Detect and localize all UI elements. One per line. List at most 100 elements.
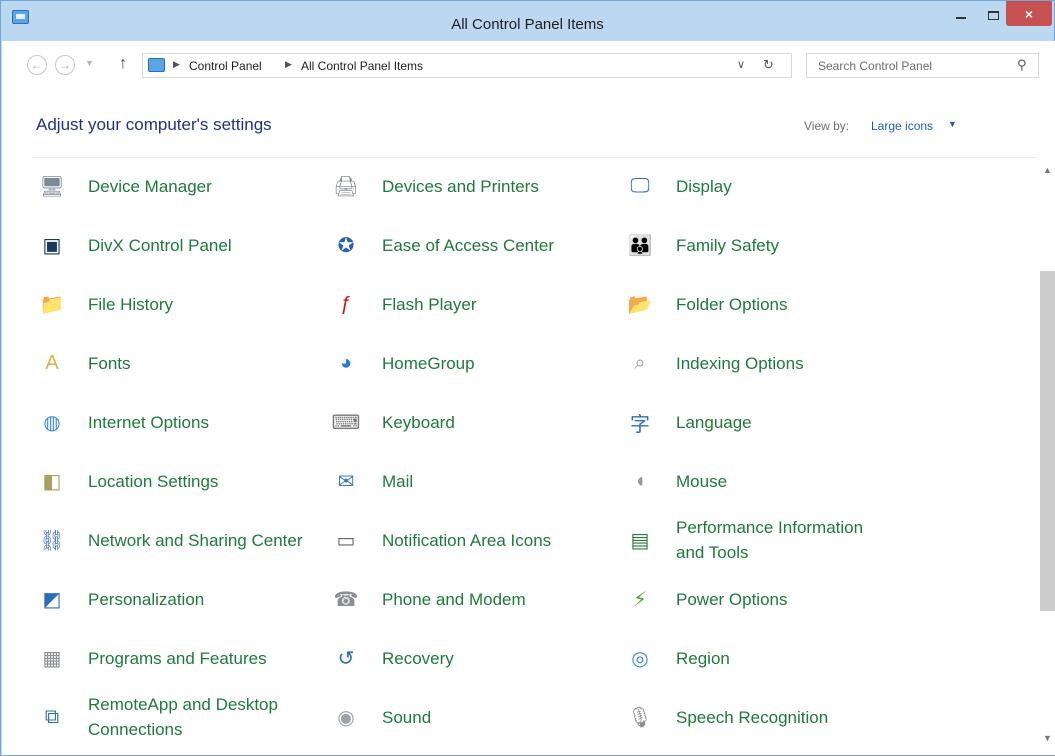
- breadcrumb-control-panel[interactable]: Control Panel: [189, 59, 262, 73]
- maximize-button[interactable]: [978, 1, 1008, 29]
- item-label: Devices and Printers: [382, 176, 539, 196]
- personalization-icon: ◩: [42, 588, 62, 611]
- chevron-down-icon[interactable]: ▼: [948, 119, 957, 129]
- view-by-label: View by:: [804, 119, 850, 133]
- address-dropdown-icon[interactable]: ∨: [737, 58, 745, 71]
- address-bar[interactable]: ▶ Control Panel ▶ All Control Panel Item…: [142, 53, 792, 78]
- control-panel-item[interactable]: ◖ Mouse: [624, 456, 914, 506]
- refresh-icon[interactable]: ↻: [763, 57, 774, 73]
- control-panel-item[interactable]: ⛓ Network and Sharing Center: [36, 515, 326, 565]
- indexing-options-icon: ⌕: [634, 351, 646, 374]
- mail-icon: ✉: [337, 470, 355, 493]
- control-panel-item[interactable]: 👪 Family Safety: [624, 220, 914, 270]
- item-label: Network and Sharing Center: [88, 530, 303, 550]
- keyboard-icon: ⌨: [331, 411, 361, 434]
- control-panel-item[interactable]: ▭ Notification Area Icons: [330, 515, 620, 565]
- search-icon[interactable]: ⚲: [1017, 57, 1027, 73]
- language-icon: 字: [630, 413, 650, 436]
- scroll-up-icon[interactable]: ▲: [1043, 165, 1052, 175]
- control-panel-item[interactable]: ◎ Region: [624, 633, 914, 683]
- item-label: Display: [676, 176, 732, 196]
- close-button[interactable]: ×: [1006, 1, 1052, 26]
- ease-of-access-icon: ✪: [337, 234, 355, 257]
- recent-locations-dropdown[interactable]: ▼: [85, 58, 94, 68]
- item-label: Notification Area Icons: [382, 530, 552, 550]
- page-title: Adjust your computer's settings: [36, 115, 272, 134]
- maximize-icon: [987, 10, 999, 20]
- control-panel-item[interactable]: ◍ Internet Options: [36, 397, 326, 447]
- display-icon: 🖵: [630, 174, 650, 197]
- control-panel-item[interactable]: ↺ Recovery: [330, 633, 620, 683]
- scroll-down-icon[interactable]: ▼: [1043, 733, 1052, 743]
- control-panel-item[interactable]: ⌨ Keyboard: [330, 397, 620, 447]
- control-panel-item[interactable]: ◉ Sound: [330, 692, 620, 742]
- control-panel-item[interactable]: ◕ HomeGroup: [330, 338, 620, 388]
- item-label: Flash Player: [382, 294, 477, 314]
- back-button[interactable]: ←: [27, 55, 47, 75]
- performance-icon: ▤: [630, 529, 650, 552]
- search-input[interactable]: Search Control Panel ⚲: [806, 53, 1039, 78]
- item-label: File History: [88, 294, 174, 314]
- item-label: Folder Options: [676, 294, 788, 314]
- control-panel-icon: [148, 58, 165, 72]
- breadcrumb-all-items[interactable]: All Control Panel Items: [301, 59, 423, 73]
- control-panel-item[interactable]: ⌕ Indexing Options: [624, 338, 914, 388]
- control-panel-item[interactable]: A Fonts: [36, 338, 326, 388]
- sound-icon: ◉: [337, 706, 355, 729]
- scrollbar-thumb[interactable]: [1040, 271, 1055, 611]
- devices-printers-icon: 🖨: [333, 175, 359, 198]
- region-icon: ◎: [631, 647, 649, 670]
- control-panel-item[interactable]: ▣ DivX Control Panel: [36, 220, 326, 270]
- breadcrumb-chevron-icon[interactable]: ▶: [285, 59, 292, 70]
- control-panel-item[interactable]: 字 Language: [624, 397, 914, 447]
- recovery-icon: ↺: [337, 647, 355, 670]
- divx-icon: ▣: [42, 234, 62, 257]
- item-label: RemoteApp and Desktop Connections: [88, 695, 278, 739]
- forward-button[interactable]: →: [55, 55, 75, 75]
- folder-options-icon: 📂: [627, 293, 653, 316]
- item-label: Indexing Options: [676, 353, 804, 373]
- mouse-icon: ◖: [633, 469, 647, 492]
- item-label: Personalization: [88, 589, 205, 609]
- family-safety-icon: 👪: [627, 234, 653, 257]
- item-label: Fonts: [88, 353, 131, 373]
- flash-player-icon: ƒ: [340, 292, 352, 315]
- control-panel-item[interactable]: 📂 Folder Options: [624, 279, 914, 329]
- item-label: Phone and Modem: [382, 589, 526, 609]
- item-label: Device Manager: [88, 176, 212, 196]
- control-panel-item[interactable]: 🖥 Device Manager: [36, 161, 326, 211]
- notification-area-icon: ▭: [336, 529, 356, 552]
- close-icon: ×: [1024, 5, 1034, 22]
- view-by-dropdown[interactable]: Large icons: [871, 119, 933, 133]
- control-panel-item[interactable]: ▦ Programs and Features: [36, 633, 326, 683]
- control-panel-item[interactable]: ▤ Performance Information and Tools: [624, 515, 914, 565]
- control-panel-item[interactable]: ƒ Flash Player: [330, 279, 620, 329]
- control-panel-item[interactable]: 🖵 Display: [624, 161, 914, 211]
- control-panel-item[interactable]: ◩ Personalization: [36, 574, 326, 624]
- control-panel-item[interactable]: ✪ Ease of Access Center: [330, 220, 620, 270]
- control-panel-item[interactable]: 🎙 Speech Recognition: [624, 692, 914, 742]
- remoteapp-icon: ⧉: [44, 705, 60, 728]
- control-panel-item[interactable]: 📁 File History: [36, 279, 326, 329]
- minimize-icon: [956, 17, 966, 19]
- minimize-button[interactable]: [946, 1, 976, 29]
- control-panel-item[interactable]: 🖨 Devices and Printers: [330, 161, 620, 211]
- item-label: Internet Options: [88, 412, 209, 432]
- control-panel-item[interactable]: ✉ Mail: [330, 456, 620, 506]
- item-label: Power Options: [676, 589, 788, 609]
- control-panel-item[interactable]: ◧ Location Settings: [36, 456, 326, 506]
- control-panel-item[interactable]: ☎ Phone and Modem: [330, 574, 620, 624]
- internet-options-icon: ◍: [43, 411, 61, 434]
- control-panel-item[interactable]: ⧉ RemoteApp and Desktop Connections: [36, 692, 326, 742]
- item-label: HomeGroup: [382, 353, 475, 373]
- speech-recognition-icon: 🎙: [627, 706, 653, 729]
- up-button[interactable]: ↑: [119, 55, 127, 73]
- control-panel-item[interactable]: ⚡ Power Options: [624, 574, 914, 624]
- content-area: Adjust your computer's settings View by:…: [2, 89, 1055, 755]
- vertical-scrollbar[interactable]: ▲ ▼: [1039, 159, 1055, 755]
- phone-modem-icon: ☎: [333, 588, 359, 611]
- breadcrumb-chevron-icon[interactable]: ▶: [173, 59, 180, 70]
- title-bar[interactable]: All Control Panel Items ×: [1, 1, 1054, 41]
- item-label: Region: [676, 648, 730, 668]
- programs-features-icon: ▦: [42, 647, 62, 670]
